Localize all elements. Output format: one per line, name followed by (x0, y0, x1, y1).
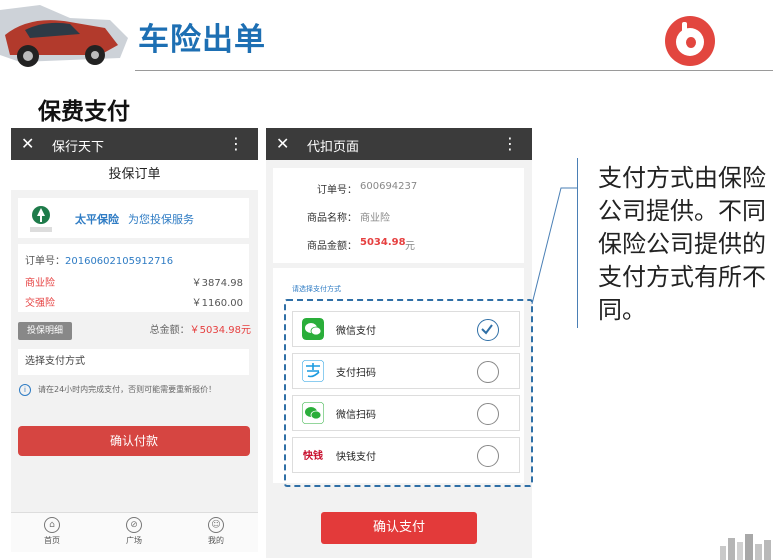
order-number: 20160602105912716 (65, 256, 174, 267)
total-label: 总金额： (149, 325, 190, 336)
insurer-logo-icon (30, 206, 52, 232)
app-title: 代扣页面 (307, 140, 360, 155)
item-amount: ￥1160.00 (191, 298, 243, 309)
order-number-label: 订单号： (317, 185, 357, 196)
payment-option-label: 微信支付 (336, 326, 376, 337)
kuaiqian-icon: 快钱 (302, 444, 324, 466)
callout-connector (531, 187, 577, 305)
confirm-pay-button[interactable]: 确认支付 (321, 512, 477, 544)
alipay-icon (302, 360, 324, 382)
order-number-row: 订单号：20160602105912716 (25, 252, 173, 267)
item-name: 商业险 (25, 278, 55, 289)
order-number-label: 订单号： (25, 256, 65, 267)
payment-option-label: 微信扫码 (336, 410, 376, 421)
tab-home[interactable]: ⌂ 首页 (27, 517, 77, 546)
page-title: 车险出单 (138, 22, 266, 58)
payment-option-alipay-scan[interactable]: 支付扫码 (292, 353, 520, 389)
tab-label: 首页 (44, 536, 60, 545)
tab-square[interactable]: ⊘ 广场 (109, 517, 159, 546)
close-icon[interactable]: ✕ (21, 134, 34, 153)
brand-logo-dot (686, 37, 696, 48)
payment-option-wechat-pay[interactable]: 微信支付 (292, 311, 520, 347)
select-payment-label: 请选择支付方式 (292, 285, 341, 293)
more-menu-icon[interactable]: ⋮ (228, 134, 244, 153)
close-icon[interactable]: ✕ (276, 134, 289, 153)
item-name: 交强险 (25, 298, 55, 309)
radio-unchecked-icon[interactable] (477, 361, 499, 383)
payment-option-label: 支付扫码 (336, 368, 376, 379)
bottom-tab-bar: ⌂ 首页 ⊘ 广场 ☺ 我的 (11, 512, 258, 552)
product-name: 商业险 (360, 213, 390, 224)
order-heading: 投保订单 (11, 160, 258, 190)
tab-label: 我的 (208, 536, 224, 545)
tab-mine[interactable]: ☺ 我的 (191, 517, 241, 546)
policy-detail-button[interactable]: 投保明细 (18, 322, 72, 340)
wechat-scan-icon (302, 402, 324, 424)
order-summary-card: 订单号： 600694237 商品名称： 商业险 商品金额： 5034.98 元 (273, 168, 524, 263)
app-title: 保行天下 (52, 140, 105, 155)
insurer-name: 太平保险 (75, 213, 119, 226)
info-icon: i (19, 384, 31, 396)
phone-order-screen: ✕ 保行天下 ⋮ 投保订单 太平保险 为您投保服务 订单号：2016060210… (11, 128, 258, 552)
compass-icon: ⊘ (126, 517, 142, 533)
total-amount: 总金额：￥5034.98元 (150, 321, 251, 336)
car-graphic (0, 5, 128, 67)
amount-unit: 元 (405, 241, 415, 252)
payment-option-wechat-scan[interactable]: 微信扫码 (292, 395, 520, 431)
app-bar: ✕ 代扣页面 ⋮ (266, 128, 532, 160)
insurer-card: 太平保险 为您投保服务 (18, 198, 249, 238)
total-value: ￥5034.98元 (189, 325, 251, 336)
radio-checked-icon[interactable] (477, 319, 499, 341)
payment-option-label: 快钱支付 (336, 452, 376, 463)
brand-logo-stem (682, 22, 687, 52)
more-menu-icon[interactable]: ⋮ (502, 134, 518, 153)
select-payment-label: 选择支付方式 (25, 356, 85, 367)
insurer-slogan: 为您投保服务 (128, 213, 194, 226)
confirm-payment-button[interactable]: 确认付款 (18, 426, 250, 456)
wechat-pay-icon (302, 318, 324, 340)
order-info-card: 订单号：20160602105912716 商业险 ￥3874.98 交强险 ￥… (18, 244, 249, 312)
radio-unchecked-icon[interactable] (477, 445, 499, 467)
section-title: 保费支付 (38, 99, 130, 125)
product-amount: 5034.98 (360, 237, 406, 248)
product-label: 商品名称： (307, 213, 357, 224)
select-payment-row[interactable]: 选择支付方式 (18, 349, 249, 375)
radio-unchecked-icon[interactable] (477, 403, 499, 425)
callout-text: 支付方式由保险公司提供。不同保险公司提供的支付方式有所不同。 (598, 164, 766, 324)
order-number: 600694237 (360, 181, 418, 192)
callout-bracket (577, 158, 578, 328)
home-icon: ⌂ (44, 517, 60, 533)
app-bar: ✕ 保行天下 ⋮ (11, 128, 258, 160)
item-amount: ￥3874.98 (191, 278, 243, 289)
svg-text:快钱: 快钱 (302, 449, 323, 462)
user-icon: ☺ (208, 517, 224, 533)
payment-option-kuaiqian[interactable]: 快钱 快钱支付 (292, 437, 520, 473)
skyline-graphic (720, 534, 771, 560)
payment-notice: 请在24小时内完成支付，否则可能需要重新报价！ (38, 385, 217, 394)
header-divider (135, 70, 773, 71)
tab-label: 广场 (126, 536, 142, 545)
amount-label: 商品金额： (307, 241, 357, 252)
